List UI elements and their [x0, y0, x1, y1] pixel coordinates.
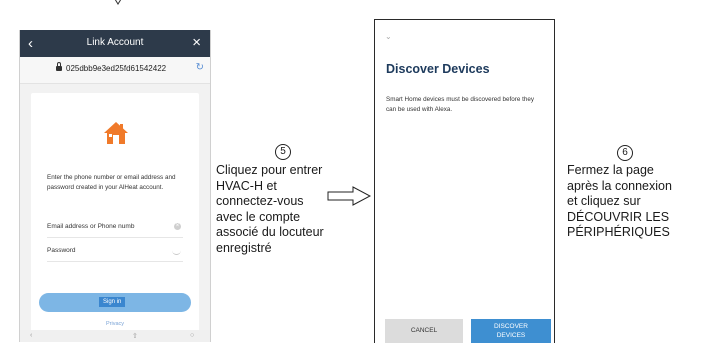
screen-title: Link Account [86, 37, 144, 48]
step-6-text: Fermez la page après la connexion et cli… [567, 163, 672, 239]
cancel-button[interactable]: CANCEL [385, 319, 463, 343]
url-bar[interactable]: 025dbb9e3ed25fd61542422 ↻ [20, 57, 210, 84]
house-logo-icon [104, 122, 128, 144]
step-6-number: 6 [617, 145, 633, 161]
login-instructions: Enter the phone number or email address … [47, 174, 176, 191]
email-field[interactable]: Email address or Phone numb × [47, 217, 183, 238]
reload-icon[interactable]: ↻ [196, 62, 204, 73]
sign-in-button[interactable]: Sign in [39, 293, 191, 312]
right-arrow-icon [327, 186, 371, 206]
link-account-screen: ‹ Link Account × 025dbb9e3ed25fd61542422… [19, 30, 211, 342]
url-text: 025dbb9e3ed25fd61542422 [66, 64, 167, 73]
login-card: Enter the phone number or email address … [31, 93, 199, 342]
discover-devices-label: DISCOVER DEVICES [494, 323, 528, 339]
discover-devices-screen: ⌄ Discover Devices Smart Home devices mu… [374, 19, 555, 343]
down-arrow-icon [114, 0, 122, 5]
password-field[interactable]: Password [47, 241, 183, 262]
password-placeholder: Password [47, 247, 76, 254]
chevron-down-icon[interactable]: ⌄ [385, 32, 392, 41]
discover-description: Smart Home devices must be discovered be… [386, 96, 535, 113]
lock-icon [56, 62, 62, 71]
discover-title: Discover Devices [386, 62, 490, 76]
step-6-instructions: Fermez la page après la connexion et cli… [567, 163, 717, 241]
privacy-link[interactable]: Privacy [31, 321, 199, 327]
title-bar: ‹ Link Account × [20, 30, 210, 57]
tabs-icon[interactable]: ○ [190, 332, 194, 339]
step-5-instructions: Cliquez pour entrer HVAC-H et connectez-… [216, 163, 366, 256]
email-placeholder: Email address or Phone numb [47, 223, 135, 230]
hide-password-icon[interactable] [172, 249, 181, 255]
clear-icon[interactable]: × [174, 223, 181, 230]
close-icon[interactable]: × [192, 34, 201, 51]
sign-in-label: Sign in [99, 297, 126, 307]
nav-back-icon[interactable]: ‹ [30, 332, 32, 339]
step-5-text: Cliquez pour entrer HVAC-H et connectez-… [216, 163, 324, 255]
browser-toolbar: ‹ ⇧ ○ [20, 330, 210, 342]
share-icon[interactable]: ⇧ [132, 332, 138, 340]
step-5-number: 5 [275, 144, 291, 160]
discover-devices-button[interactable]: DISCOVER DEVICES [471, 319, 551, 343]
